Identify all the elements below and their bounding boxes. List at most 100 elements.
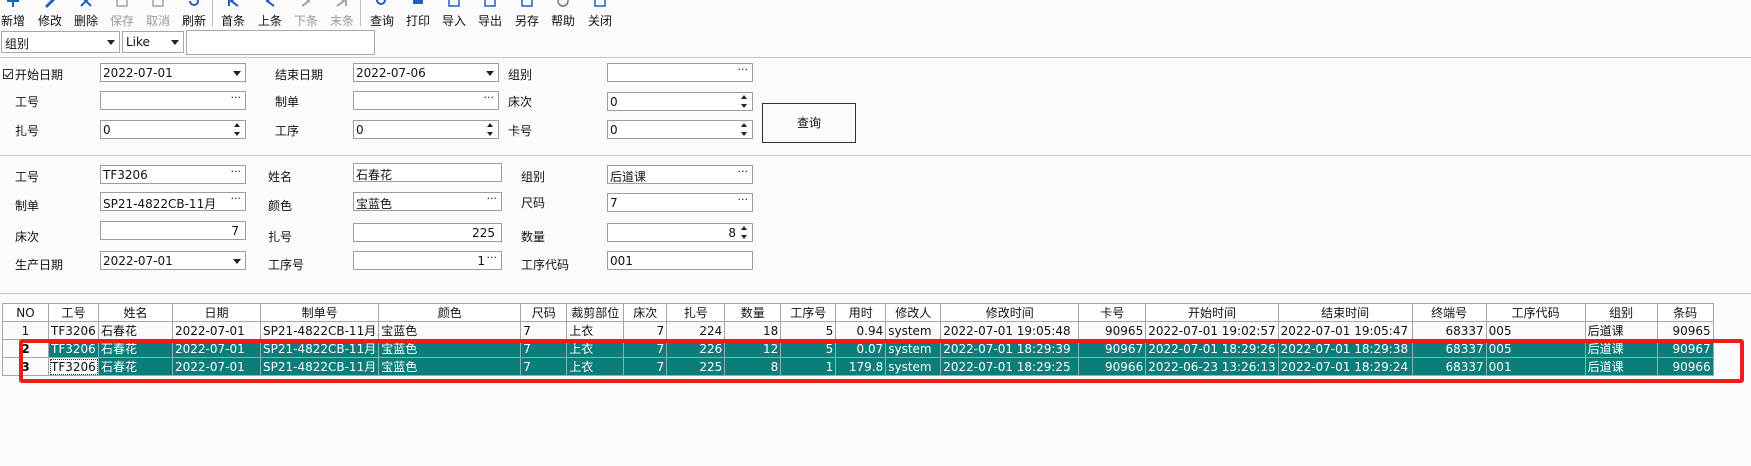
table-cell[interactable]: 石春花	[98, 321, 173, 340]
ellipsis-icon[interactable]: ···	[487, 251, 498, 264]
toolbar-button-save[interactable]: 保存	[106, 0, 138, 28]
end-date-picker[interactable]: 2022-07-06	[353, 63, 499, 82]
column-header[interactable]: 修改人	[885, 303, 942, 322]
filter-value-input[interactable]	[186, 30, 375, 55]
ellipsis-icon[interactable]: ···	[231, 91, 242, 104]
ellipsis-icon[interactable]: ···	[738, 193, 749, 206]
table-cell[interactable]: 2022-07-01 18:29:38	[1277, 339, 1413, 358]
column-header[interactable]: 修改时间	[940, 303, 1080, 322]
detail-order-field[interactable]: SP21-4822CB-11月 ···	[100, 192, 246, 211]
table-row[interactable]: 1 TF3206 石春花 2022-07-01 SP21-4822CB-11月 宝蓝色 7 上…	[2, 321, 1714, 340]
table-cell[interactable]: 2	[2, 339, 49, 358]
spinner-arrows-icon[interactable]	[741, 122, 749, 138]
table-cell[interactable]: 2022-07-01 19:05:47	[1277, 321, 1413, 340]
column-header[interactable]: 卡号	[1078, 303, 1147, 322]
detail-name-field[interactable]: 石春花	[353, 163, 502, 182]
table-cell[interactable]: 上衣	[566, 321, 625, 340]
ellipsis-icon[interactable]: ···	[231, 192, 242, 205]
table-cell[interactable]: 1	[780, 357, 837, 376]
column-header[interactable]: 工序代码	[1485, 303, 1586, 322]
table-cell[interactable]: 宝蓝色	[378, 357, 522, 376]
column-header[interactable]: 工号	[48, 303, 99, 322]
table-cell[interactable]: 2022-07-01 19:05:48	[940, 321, 1080, 340]
table-cell[interactable]: TF3206	[48, 321, 99, 340]
table-cell[interactable]: 7	[623, 357, 668, 376]
toolbar-button-print[interactable]: 打印	[402, 0, 434, 28]
table-cell[interactable]: 7	[623, 339, 668, 358]
table-cell[interactable]: 宝蓝色	[378, 321, 522, 340]
toolbar-button-last-record[interactable]: 末条	[326, 0, 358, 28]
query-card-spinner[interactable]: 0	[607, 120, 753, 139]
toolbar-button-previous-record[interactable]: 上条	[254, 0, 286, 28]
table-cell[interactable]: 1	[2, 321, 49, 340]
table-cell[interactable]: 12	[724, 339, 782, 358]
table-cell[interactable]: 7	[520, 321, 568, 340]
table-row[interactable]: 3 TF3206 石春花 2022-07-01 SP21-4822CB-11月 宝蓝色 7 上…	[2, 357, 1714, 376]
detail-color-field[interactable]: 宝蓝色 ···	[353, 192, 502, 211]
column-header[interactable]: 床次	[623, 303, 668, 322]
filter-operator-select[interactable]: Like	[122, 31, 184, 53]
column-header[interactable]: 终端号	[1411, 303, 1487, 322]
table-cell[interactable]: 90966	[1656, 357, 1714, 376]
column-header[interactable]: 条码	[1656, 303, 1714, 322]
detail-process-code-field[interactable]: 001	[607, 251, 753, 270]
table-row[interactable]: 2 TF3206 石春花 2022-07-01 SP21-4822CB-11月 宝蓝色 7 上…	[2, 339, 1714, 358]
column-header[interactable]: NO	[2, 303, 49, 322]
table-cell[interactable]: 7	[623, 321, 668, 340]
table-cell[interactable]: 68337	[1411, 357, 1487, 376]
table-cell[interactable]: SP21-4822CB-11月	[259, 357, 380, 376]
table-cell[interactable]: 3	[2, 357, 49, 376]
column-header[interactable]: 制单号	[259, 303, 380, 322]
query-process-spinner[interactable]: 0	[353, 120, 499, 139]
toolbar-button-add[interactable]: 新增	[0, 0, 29, 28]
ellipsis-icon[interactable]: ···	[231, 165, 242, 178]
toolbar-button-export[interactable]: 导出	[474, 0, 506, 28]
search-button[interactable]: 查询	[762, 103, 856, 143]
table-cell[interactable]: SP21-4822CB-11月	[259, 339, 380, 358]
table-cell[interactable]: 2022-06-23 13:26:13	[1145, 357, 1279, 376]
table-cell[interactable]: TF3206	[48, 357, 99, 376]
column-header[interactable]: 工序号	[780, 303, 837, 322]
detail-size-field[interactable]: 7 ···	[607, 193, 753, 212]
table-cell[interactable]: 005	[1485, 339, 1586, 358]
table-cell[interactable]: 后道课	[1584, 321, 1658, 340]
spinner-arrows-icon[interactable]	[741, 94, 749, 110]
detail-process-no-field[interactable]: 1 ···	[353, 251, 502, 270]
toolbar-button-import[interactable]: 导入	[438, 0, 470, 28]
table-cell[interactable]: 5	[780, 339, 837, 358]
detail-bundle-field[interactable]: 225	[353, 223, 502, 242]
detail-bed-field[interactable]: 7	[100, 221, 246, 240]
spinner-arrows-icon[interactable]	[741, 225, 749, 241]
column-header[interactable]: 扎号	[666, 303, 726, 322]
table-cell[interactable]: 90967	[1656, 339, 1714, 358]
detail-worker-id-field[interactable]: TF3206 ···	[100, 165, 246, 184]
table-cell[interactable]: 后道课	[1584, 357, 1658, 376]
detail-qty-spinner[interactable]: 8	[607, 223, 753, 242]
ellipsis-icon[interactable]: ···	[484, 91, 495, 104]
column-header[interactable]: 姓名	[98, 303, 173, 322]
table-cell[interactable]: 90965	[1656, 321, 1714, 340]
table-cell[interactable]: 2022-07-01 18:29:25	[940, 357, 1080, 376]
table-cell[interactable]: system	[885, 339, 942, 358]
table-cell[interactable]: 2022-07-01 19:02:57	[1145, 321, 1279, 340]
table-cell[interactable]: 005	[1485, 321, 1586, 340]
column-header[interactable]: 尺码	[520, 303, 568, 322]
query-bundle-spinner[interactable]: 0	[100, 120, 246, 139]
toolbar-button-refresh[interactable]: 刷新	[178, 0, 210, 28]
table-cell[interactable]: TF3206	[48, 339, 99, 358]
table-cell[interactable]: 5	[780, 321, 837, 340]
table-cell[interactable]: 2022-07-01 18:29:39	[940, 339, 1080, 358]
table-cell[interactable]: 2022-07-01	[172, 357, 261, 376]
query-worker-id-field[interactable]: ···	[100, 91, 246, 110]
start-date-picker[interactable]: 2022-07-01	[100, 63, 246, 82]
spinner-arrows-icon[interactable]	[234, 122, 242, 138]
table-cell[interactable]: 2022-07-01	[172, 339, 261, 358]
query-group-field[interactable]: ···	[607, 63, 753, 82]
start-date-checkbox[interactable]	[3, 69, 13, 79]
column-header[interactable]: 用时	[835, 303, 887, 322]
table-cell[interactable]: system	[885, 321, 942, 340]
table-cell[interactable]: 226	[666, 339, 726, 358]
table-cell[interactable]: 001	[1485, 357, 1586, 376]
ellipsis-icon[interactable]: ···	[738, 165, 749, 178]
table-cell[interactable]: 2022-07-01 18:29:26	[1145, 339, 1279, 358]
